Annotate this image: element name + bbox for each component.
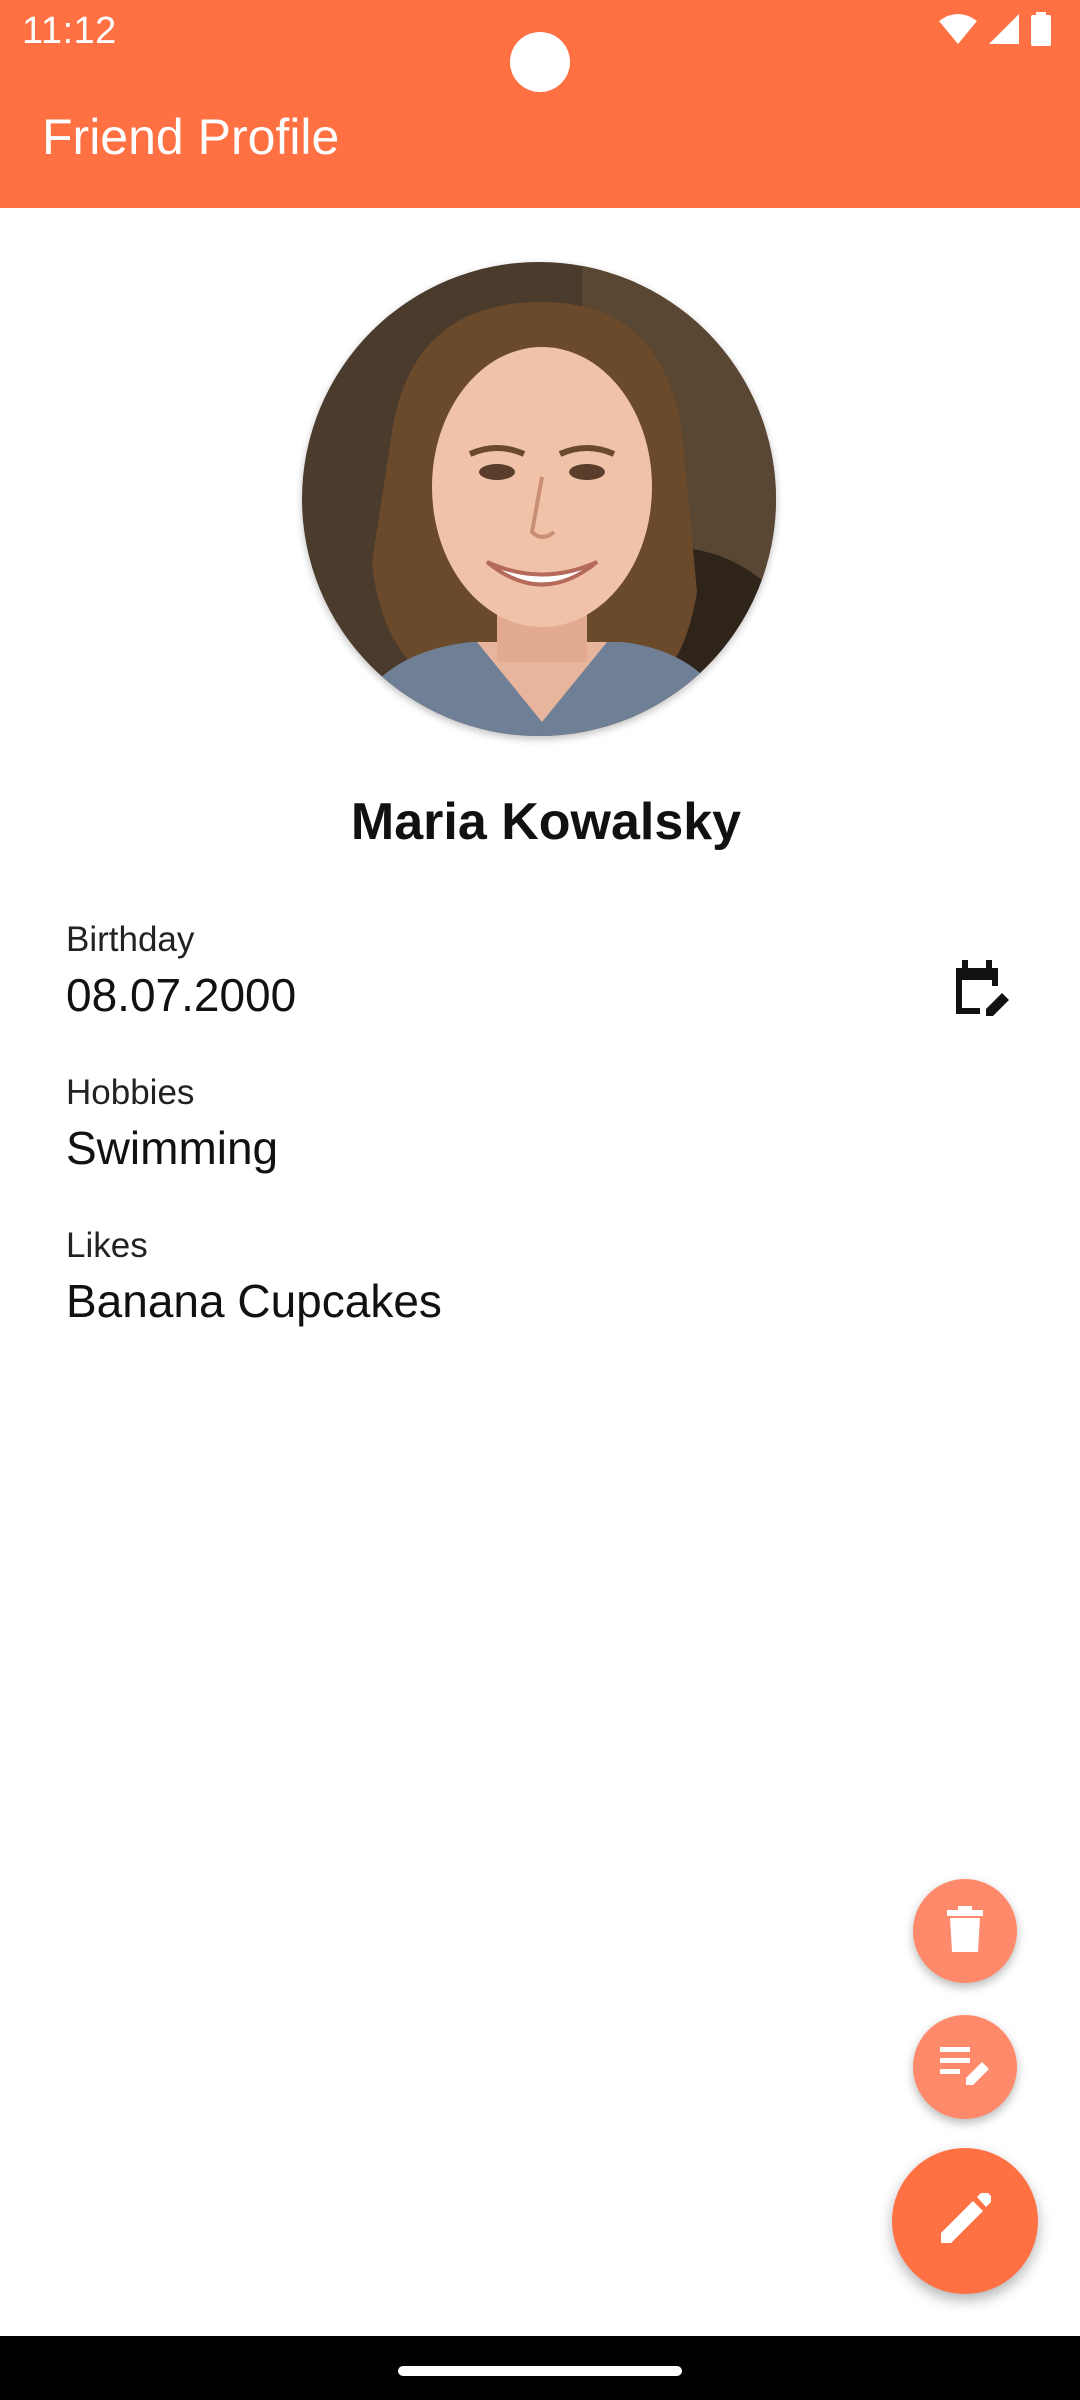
friend-name: Maria Kowalsky	[350, 793, 742, 851]
birthday-field: Birthday 08.07.2000	[66, 918, 1006, 1024]
edit-profile-button[interactable]	[892, 2148, 1038, 2294]
hobbies-field: Hobbies Swimming	[66, 1071, 1006, 1177]
edit-note-icon	[938, 2043, 992, 2092]
status-time: 11:12	[22, 10, 117, 52]
status-icons	[938, 11, 1052, 51]
avatar-photo	[302, 262, 776, 736]
battery-icon	[1030, 11, 1052, 51]
calendar-edit-icon[interactable]	[950, 958, 1012, 1020]
hobbies-value: Swimming	[66, 1122, 279, 1174]
home-gesture-handle[interactable]	[398, 2366, 682, 2376]
app-bar-title: Friend Profile	[42, 109, 340, 165]
likes-field: Likes Banana Cupcakes	[66, 1224, 1006, 1330]
birthday-value: 08.07.2000	[66, 969, 297, 1021]
trash-icon	[945, 1905, 985, 1957]
edit-notes-button[interactable]	[913, 2015, 1017, 2119]
likes-value: Banana Cupcakes	[66, 1275, 442, 1327]
hobbies-label: Hobbies	[66, 1073, 195, 1112]
birthday-label: Birthday	[66, 920, 195, 959]
app-bar: 11:12 Friend Profile	[0, 0, 1080, 208]
likes-label: Likes	[66, 1226, 148, 1265]
camera-cutout	[510, 32, 570, 92]
friend-profile-screen: 11:12 Friend Profile Maria Kowalsky Birt…	[0, 0, 1080, 2400]
pencil-icon	[939, 2190, 992, 2250]
signal-icon	[988, 13, 1020, 50]
wifi-icon	[938, 13, 978, 50]
delete-button[interactable]	[913, 1879, 1017, 1983]
